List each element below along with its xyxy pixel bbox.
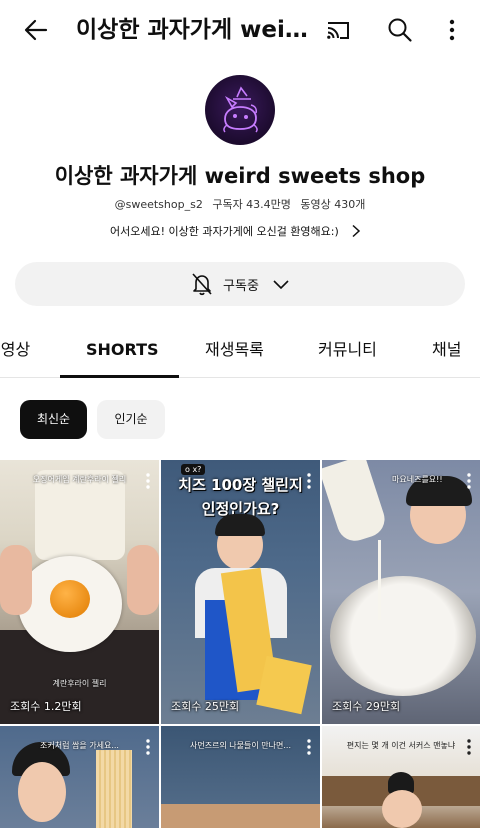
view-count: 조회수 1.2만회 xyxy=(10,700,82,713)
short-caption: 조커처럼 쌈을 가세요... xyxy=(40,741,119,750)
tab-shorts[interactable]: SHORTS xyxy=(86,322,159,378)
more-vertical-icon[interactable] xyxy=(466,738,472,756)
person-face xyxy=(18,762,66,822)
bell-off-icon xyxy=(192,273,212,296)
short-caption: 사먼즈르의 나물들이 만나면... xyxy=(189,741,292,750)
mayonnaise-bottle xyxy=(322,460,390,546)
short-title-line1: 치즈 100장 챌린지 xyxy=(178,476,303,494)
channel-name: 이상한 과자가게 weird sweets shop xyxy=(54,164,426,188)
channel-tabs: 동영상 SHORTS 재생목록 커뮤니티 채널 xyxy=(0,322,480,378)
subscribed-button[interactable]: 구독중 xyxy=(15,262,465,306)
witch-cat-logo-icon xyxy=(223,86,258,133)
left-hand xyxy=(0,545,32,615)
more-vertical-icon[interactable] xyxy=(466,472,472,490)
short-caption: 오징어게임 계란후라이 젤리 xyxy=(32,475,127,484)
short-caption: 편지는 몇 개 이건 서커스 맨놓냐 xyxy=(346,741,456,750)
hands xyxy=(161,804,320,828)
cheese-slice xyxy=(256,655,312,715)
filter-latest-chip[interactable]: 최신순 xyxy=(20,400,87,439)
more-vertical-icon[interactable] xyxy=(145,472,151,490)
subscriber-count: 구독자 43.4만명 xyxy=(212,198,291,211)
mayo-stream xyxy=(378,540,381,620)
filter-popular-chip[interactable]: 인기순 xyxy=(97,400,165,439)
shorts-thumbnail[interactable]: 편지는 몇 개 이건 서커스 맨놓냐 xyxy=(322,726,480,828)
view-count: 조회수 25만회 xyxy=(171,700,240,713)
tab-community[interactable]: 커뮤니티 xyxy=(318,322,377,378)
search-icon[interactable] xyxy=(384,14,416,46)
active-tab-indicator xyxy=(60,375,179,378)
shorts-thumbnail[interactable]: 조커처럼 쌈을 가세요... xyxy=(0,726,159,828)
more-vertical-icon[interactable] xyxy=(436,14,468,46)
chevron-right-icon xyxy=(352,224,360,238)
channel-avatar xyxy=(205,75,275,145)
right-hand xyxy=(127,545,159,615)
person-hair xyxy=(215,514,265,536)
shorts-thumbnail[interactable]: 마요네즈를요!! 조회수 29만회 xyxy=(322,460,480,724)
channel-meta: @sweetshop_s2 구독자 43.4만명 동영상 430개 xyxy=(0,196,480,212)
chevron-down-icon xyxy=(273,280,289,290)
back-arrow-icon[interactable] xyxy=(20,14,52,46)
subscribed-label: 구독중 xyxy=(223,278,259,294)
noodles xyxy=(96,750,132,828)
more-vertical-icon[interactable] xyxy=(306,738,312,756)
channel-description[interactable]: 어서오세요! 이상한 과자가게에 오신걸 환영해요:) xyxy=(110,220,363,242)
egg-yolk xyxy=(50,580,90,618)
tab-channels[interactable]: 채널 xyxy=(432,322,461,378)
more-vertical-icon[interactable] xyxy=(145,738,151,756)
page-title: 이상한 과자가게 weird sweets shop xyxy=(76,17,308,43)
short-label: 계란후라이 젤리 xyxy=(52,679,107,688)
cast-icon[interactable] xyxy=(322,14,354,46)
white-bowl xyxy=(330,576,476,696)
video-count: 동영상 430개 xyxy=(300,198,366,211)
tab-videos[interactable]: 동영상 xyxy=(0,322,30,378)
shorts-thumbnail[interactable]: 오징어게임 계란후라이 젤리 계란후라이 젤리 조회수 1.2만회 xyxy=(0,460,159,724)
channel-handle: @sweetshop_s2 xyxy=(114,198,203,211)
top-app-bar: 이상한 과자가게 weird sweets shop xyxy=(0,0,480,60)
shorts-thumbnail[interactable]: 사먼즈르의 나물들이 만나면... xyxy=(161,726,320,828)
channel-description-text: 어서오세요! 이상한 과자가게에 오신걸 환영해요:) xyxy=(110,225,339,238)
view-count: 조회수 29만회 xyxy=(332,700,401,713)
shorts-thumbnail[interactable]: o x? 치즈 100장 챌린지 인정인가요? 조회수 25만회 xyxy=(161,460,320,724)
person-face xyxy=(382,790,422,828)
tab-playlists[interactable]: 재생목록 xyxy=(205,322,264,378)
more-vertical-icon[interactable] xyxy=(306,472,312,490)
